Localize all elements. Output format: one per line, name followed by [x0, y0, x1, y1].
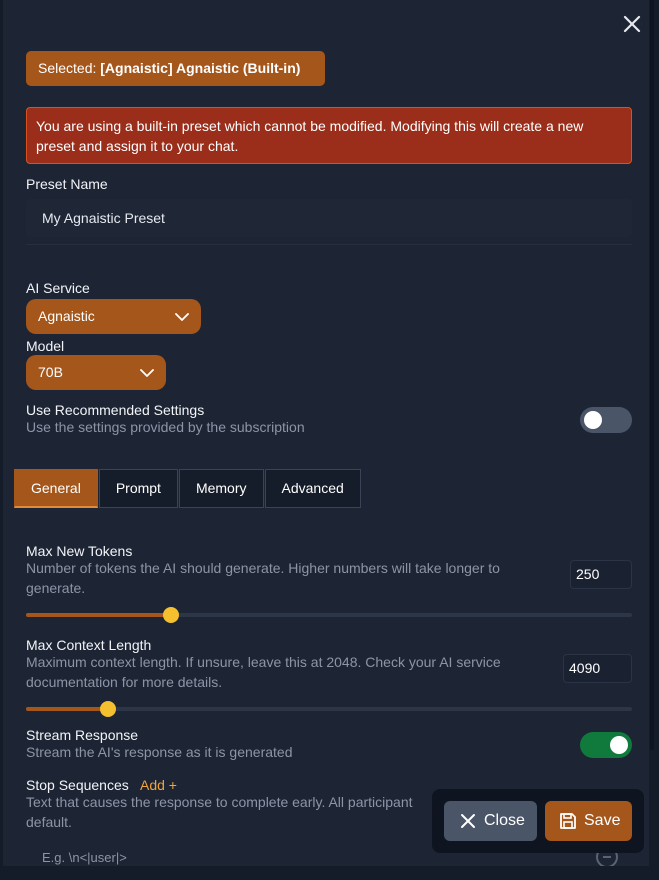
stop-sequences-label: Stop Sequences: [26, 777, 129, 793]
slider-fill: [26, 613, 172, 617]
stop-sequences-description-line1: Text that causes the response to complet…: [26, 794, 413, 810]
max-new-tokens-label: Max New Tokens: [26, 543, 133, 559]
model-label: Model: [26, 338, 65, 354]
preset-name-label: Preset Name: [26, 176, 108, 192]
stream-response-description: Stream the AI's response as it is genera…: [26, 744, 293, 760]
close-icon[interactable]: [620, 12, 644, 36]
max-context-length-input[interactable]: 4090: [563, 654, 632, 683]
ai-service-value: Agnaistic: [38, 308, 95, 324]
builtin-preset-warning: You are using a built-in preset which ca…: [26, 107, 632, 164]
slider-thumb[interactable]: [163, 607, 180, 623]
max-new-tokens-description: Number of tokens the AI should generate.…: [26, 560, 500, 596]
selected-preset-badge: Selected: [Agnaistic] Agnaistic (Built-i…: [26, 51, 325, 86]
save-button-label: Save: [584, 812, 621, 829]
slider-fill: [26, 707, 109, 711]
toggle-knob: [610, 736, 628, 754]
recommended-settings-toggle[interactable]: [580, 407, 632, 433]
toggle-knob: [584, 411, 602, 429]
ai-service-label: AI Service: [26, 280, 90, 296]
tab-memory[interactable]: Memory: [178, 469, 264, 508]
stream-response-label: Stream Response: [26, 727, 139, 743]
recommended-settings-description: Use the settings provided by the subscri…: [26, 419, 305, 435]
stream-response-toggle[interactable]: [580, 732, 632, 758]
ai-service-select[interactable]: Agnaistic: [26, 299, 201, 334]
model-value: 70B: [38, 364, 63, 380]
chevron-down-icon: [175, 313, 189, 321]
save-icon: [560, 813, 576, 829]
max-context-length-label: Max Context Length: [26, 637, 152, 653]
close-button-label: Close: [484, 812, 525, 829]
tab-prompt[interactable]: Prompt: [98, 469, 178, 508]
slider-thumb[interactable]: [100, 701, 117, 717]
section-divider: [26, 244, 632, 245]
stop-sequences-description-line2: default.: [26, 814, 72, 830]
max-new-tokens-input[interactable]: 250: [570, 560, 632, 589]
close-button[interactable]: Close: [444, 801, 537, 841]
max-context-length-description: Maximum context length. If unsure, leave…: [26, 654, 501, 690]
close-icon: [461, 814, 475, 828]
scrollbar[interactable]: [650, 0, 654, 750]
save-button[interactable]: Save: [545, 801, 632, 841]
selected-prefix: Selected:: [38, 60, 97, 76]
tab-general[interactable]: General: [14, 469, 98, 508]
preset-settings-modal: Selected: [Agnaistic] Agnaistic (Built-i…: [3, 0, 649, 866]
max-new-tokens-slider[interactable]: [26, 607, 632, 623]
model-select[interactable]: 70B: [26, 355, 166, 390]
add-stop-sequence-link[interactable]: Add +: [140, 777, 177, 793]
chevron-down-icon: [140, 369, 154, 377]
recommended-settings-label: Use Recommended Settings: [26, 402, 205, 418]
max-context-length-slider[interactable]: [26, 701, 632, 717]
bottom-strip: [0, 866, 659, 880]
selected-preset-name: [Agnaistic] Agnaistic (Built-in): [100, 60, 301, 76]
preset-name-input[interactable]: My Agnaistic Preset: [26, 199, 632, 237]
settings-tabs: General Prompt Memory Advanced: [14, 469, 362, 508]
tab-advanced[interactable]: Advanced: [264, 469, 361, 508]
